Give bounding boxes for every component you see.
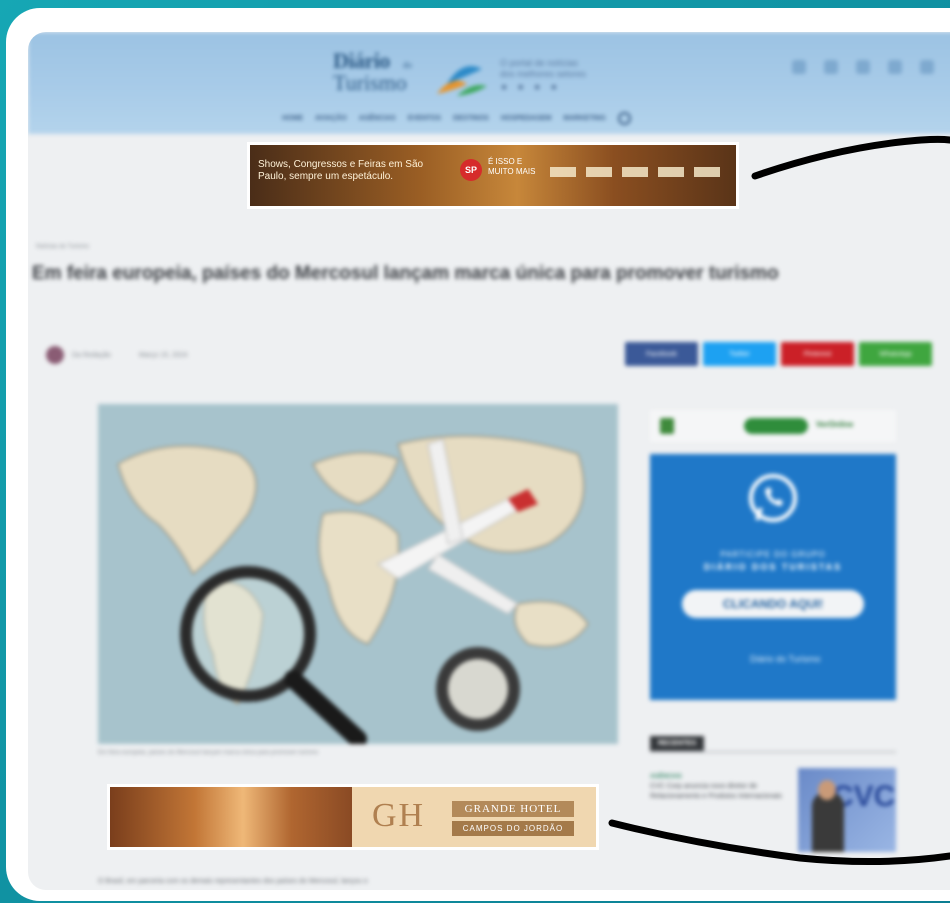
share-buttons: Facebook Twitter Pinterest WhatsApp bbox=[625, 342, 932, 366]
sponsor-logo bbox=[658, 167, 684, 177]
nav-item[interactable]: HOME bbox=[282, 115, 303, 122]
birds-logo-icon bbox=[437, 66, 487, 96]
share-twitter-button[interactable]: Twitter bbox=[703, 342, 776, 366]
whatsapp-icon bbox=[749, 474, 797, 522]
image-caption: Em feira europeia, países do Mercosul la… bbox=[98, 750, 319, 756]
nav-item[interactable]: AGÊNCIAS bbox=[359, 115, 396, 122]
sponsor-logos bbox=[550, 167, 720, 177]
top-advertisement-banner[interactable]: Shows, Congressos e Feiras em São Paulo,… bbox=[247, 142, 739, 209]
site-tagline: O portal de notícias dos melhores setore… bbox=[500, 58, 586, 80]
whatsapp-mini-logo: Diário do Turismo bbox=[750, 654, 821, 664]
article-body-start: O Brasil, em parceria com os demais repr… bbox=[98, 878, 368, 885]
sponsor-logo-icon bbox=[660, 418, 674, 434]
whatsapp-group-banner[interactable]: PARTICIPE DO GRUPO DIÁRIO DOS TURISTAS C… bbox=[650, 454, 896, 700]
author-name[interactable]: Da Redação bbox=[72, 352, 111, 359]
recent-post-tag[interactable]: AGÊNCIAS bbox=[650, 772, 800, 782]
hotel-room-photo bbox=[110, 787, 352, 847]
whatsapp-line1: PARTICIPE DO GRUPO bbox=[720, 550, 826, 559]
recent-posts-header: RECENTES bbox=[650, 732, 896, 753]
recent-post-title[interactable]: CVC Corp anuncia novo diretor de Relacio… bbox=[650, 782, 800, 802]
share-facebook-button[interactable]: Facebook bbox=[625, 342, 698, 366]
sidebar-sponsor[interactable]: VerOnline bbox=[650, 410, 896, 442]
hotel-monogram: GH bbox=[372, 797, 426, 834]
search-icon[interactable] bbox=[617, 112, 631, 125]
hotel-location: CAMPOS DO JORDÃO bbox=[452, 821, 574, 836]
person-head bbox=[818, 780, 836, 800]
twitter-icon[interactable] bbox=[888, 60, 902, 74]
site-logo[interactable]: Diário do Turismo bbox=[333, 48, 412, 96]
linkedin-icon[interactable] bbox=[856, 60, 870, 74]
nav-item[interactable]: AVIAÇÃO bbox=[315, 115, 347, 122]
nav-item[interactable]: MARKETING bbox=[563, 115, 605, 122]
sponsor-logo bbox=[586, 167, 612, 177]
hotel-advertisement-banner[interactable]: GH GRANDE HOTEL CAMPOS DO JORDÃO bbox=[107, 784, 599, 850]
recent-posts-label: RECENTES bbox=[650, 736, 705, 751]
recent-post-thumbnail[interactable]: CVC bbox=[798, 768, 896, 852]
rating-stars: ★ ★ ★ ★ bbox=[500, 82, 561, 92]
main-nav: HOME AVIAÇÃO AGÊNCIAS EVENTOS DESTINOS H… bbox=[282, 112, 631, 125]
nav-item[interactable]: DESTINOS bbox=[453, 115, 489, 122]
youtube-icon[interactable] bbox=[920, 60, 934, 74]
publish-date: Março 15, 2024 bbox=[138, 351, 188, 359]
site-header: Diário do Turismo O portal de notícias d… bbox=[28, 32, 950, 134]
facebook-icon[interactable] bbox=[792, 60, 806, 74]
article-image bbox=[98, 404, 618, 744]
nav-item[interactable]: HOSPEDAGEM bbox=[501, 115, 552, 122]
tagline-line1: O portal de notícias bbox=[500, 58, 579, 68]
sponsor-text: VerOnline bbox=[816, 420, 854, 429]
author-avatar bbox=[46, 346, 64, 364]
article-title: Em feira europeia, países do Mercosul la… bbox=[32, 263, 779, 284]
sponsor-logo bbox=[550, 167, 576, 177]
recent-post[interactable]: AGÊNCIAS CVC Corp anuncia novo diretor d… bbox=[650, 772, 800, 802]
logo-line2: Turismo bbox=[333, 70, 407, 95]
share-whatsapp-button[interactable]: WhatsApp bbox=[859, 342, 932, 366]
top-ad-slogan: É ISSO E MUITO MAIS bbox=[488, 157, 536, 176]
breadcrumb[interactable]: Notícias do Turismo bbox=[36, 244, 89, 250]
hotel-name: GRANDE HOTEL bbox=[452, 801, 574, 817]
sponsor-pill bbox=[744, 418, 808, 434]
sp-badge: SP bbox=[460, 159, 482, 181]
whatsapp-line2: DIÁRIO DOS TURISTAS bbox=[703, 562, 843, 572]
person-figure bbox=[812, 792, 844, 852]
social-links bbox=[792, 60, 934, 74]
world-map-photo bbox=[98, 404, 618, 744]
instagram-icon[interactable] bbox=[824, 60, 838, 74]
share-pinterest-button[interactable]: Pinterest bbox=[781, 342, 854, 366]
top-ad-text: Shows, Congressos e Feiras em São Paulo,… bbox=[258, 159, 424, 182]
author-meta: Da Redação Março 15, 2024 bbox=[46, 346, 188, 364]
sponsor-logo bbox=[622, 167, 648, 177]
nav-item[interactable]: EVENTOS bbox=[408, 115, 441, 122]
whatsapp-join-button[interactable]: CLICANDO AQUI! bbox=[682, 590, 864, 618]
logo-small: do bbox=[403, 60, 412, 70]
tagline-line2: dos melhores setores bbox=[500, 69, 587, 79]
sponsor-logo bbox=[694, 167, 720, 177]
